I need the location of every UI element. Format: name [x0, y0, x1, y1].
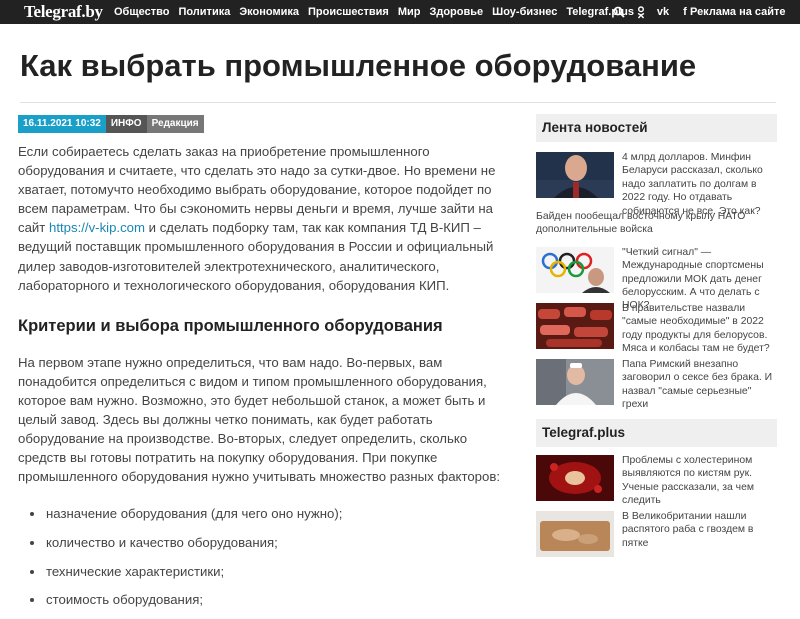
news-thumbnail[interactable]	[536, 358, 614, 405]
nav-item-society[interactable]: Общество	[114, 0, 169, 24]
article-category[interactable]: ИНФО	[105, 115, 147, 133]
article-meta: 16.11.2021 10:32 ИНФО Редакция	[18, 115, 204, 133]
news-item[interactable]: "Четкий сигнал" — Международные спортсме…	[536, 246, 777, 311]
advertising-link[interactable]: Реклама на сайте	[690, 0, 786, 24]
news-thumbnail[interactable]	[536, 246, 614, 293]
nav-item-incidents[interactable]: Происшествия	[308, 0, 389, 24]
news-item[interactable]: В правительстве назвали "самые необходим…	[536, 302, 777, 354]
list-item: количество и качество оборудования;	[28, 533, 518, 552]
nav-item-politics[interactable]: Политика	[178, 0, 230, 24]
nav-item-showbiz[interactable]: Шоу-бизнес	[492, 0, 557, 24]
odnoklassniki-icon[interactable]	[634, 0, 648, 24]
search-icon[interactable]	[612, 0, 626, 24]
news-item[interactable]: 4 млрд долларов. Минфин Беларуси рассказ…	[536, 152, 777, 217]
section-heading: Критерии и выбора промышленного оборудов…	[18, 316, 443, 335]
article-body: Если собираетесь сделать заказ на приобр…	[18, 142, 518, 619]
news-headline[interactable]: Проблемы с холестерином выявляются по ки…	[622, 454, 778, 508]
news-thumbnail[interactable]	[536, 454, 614, 501]
list-item: стоимость оборудования;	[28, 590, 518, 609]
news-thumbnail[interactable]	[536, 510, 614, 557]
news-item[interactable]: Папа Римский внезапно заговорил о сексе …	[536, 358, 777, 410]
article-date: 16.11.2021 10:32	[18, 115, 106, 133]
nav-item-health[interactable]: Здоровье	[429, 0, 483, 24]
news-thumbnail[interactable]	[536, 302, 614, 349]
nav-item-economy[interactable]: Экономика	[239, 0, 299, 24]
body-paragraph: На первом этапе нужно определиться, что …	[18, 354, 501, 485]
news-headline[interactable]: Папа Римский внезапно заговорил о сексе …	[622, 358, 778, 412]
intro-paragraph: Если собираетесь сделать заказ на приобр…	[18, 142, 518, 295]
top-navigation-bar: Telegraf.by Общество Политика Экономика …	[0, 0, 800, 24]
vk-icon[interactable]: vk	[656, 0, 670, 24]
factors-list: назначение оборудования (для чего оно ну…	[18, 504, 518, 609]
list-item: технические характеристики;	[28, 562, 518, 581]
supplier-link[interactable]: https://v-kip.com	[49, 220, 145, 235]
nav-item-world[interactable]: Мир	[398, 0, 421, 24]
news-headline[interactable]: 4 млрд долларов. Минфин Беларуси рассказ…	[622, 151, 778, 218]
news-item[interactable]: В Великобритании нашли распятого раба с …	[536, 510, 778, 557]
list-item: назначение оборудования (для чего оно ну…	[28, 504, 518, 523]
news-headline[interactable]: В правительстве назвали "самые необходим…	[622, 302, 778, 356]
sidebar: Лента новостей 4 млрд долларов. Минфин Б…	[536, 114, 777, 557]
divider	[20, 102, 776, 103]
social-icons: vk f	[612, 0, 700, 24]
telegraf-plus-title[interactable]: Telegraf.plus	[536, 418, 777, 447]
site-logo[interactable]: Telegraf.by	[24, 0, 103, 24]
news-thumbnail[interactable]	[536, 152, 614, 198]
article-author[interactable]: Редакция	[146, 115, 204, 133]
news-item[interactable]: Проблемы с холестерином выявляются по ки…	[536, 454, 777, 506]
article-title: Как выбрать промышленное оборудование	[20, 48, 697, 83]
news-feed-title[interactable]: Лента новостей	[536, 114, 777, 142]
main-nav: Общество Политика Экономика Происшествия…	[114, 0, 643, 24]
news-headline[interactable]: В Великобритании нашли распятого раба с …	[622, 510, 778, 550]
